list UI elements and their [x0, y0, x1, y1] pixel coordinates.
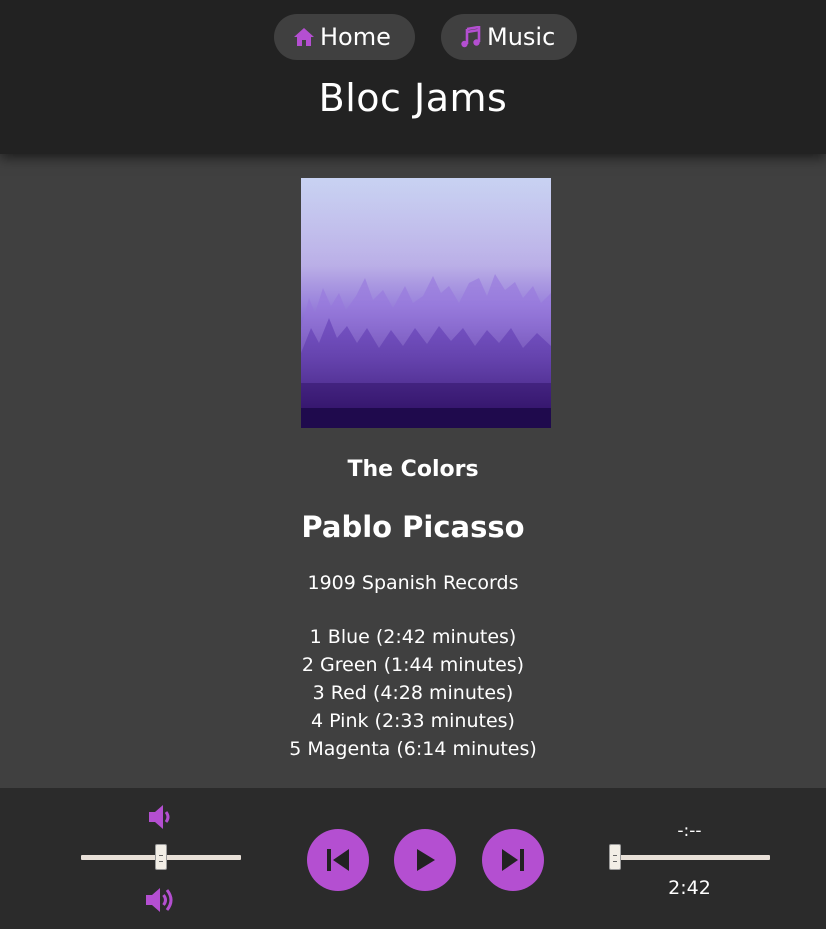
- song-list: 1 Blue (2:42 minutes) 2 Green (1:44 minu…: [0, 623, 826, 763]
- song-item[interactable]: 3 Red (4:28 minutes): [0, 679, 826, 707]
- song-item[interactable]: 2 Green (1:44 minutes): [0, 651, 826, 679]
- song-item[interactable]: 5 Magenta (6:14 minutes): [0, 735, 826, 763]
- nav-music-label: Music: [487, 23, 556, 51]
- current-time: -:--: [677, 821, 702, 841]
- music-note-icon: [461, 26, 481, 48]
- seek-slider-thumb[interactable]: [609, 844, 621, 870]
- album-title: The Colors: [347, 457, 479, 482]
- volume-high-icon[interactable]: [145, 885, 179, 915]
- home-icon: [294, 28, 314, 46]
- page-title: Bloc Jams: [318, 76, 508, 120]
- play-button[interactable]: [394, 829, 456, 891]
- volume-slider[interactable]: [81, 844, 241, 870]
- play-icon: [417, 849, 435, 871]
- nav-home-link[interactable]: Home: [274, 14, 415, 60]
- nav-music-link[interactable]: Music: [441, 14, 577, 60]
- previous-button[interactable]: [307, 829, 369, 891]
- header: Home Music Bloc Jams: [0, 0, 826, 154]
- album-release-info: 1909 Spanish Records: [307, 572, 519, 594]
- player-bar: -:-- 2:42: [0, 788, 826, 929]
- nav-home-label: Home: [320, 23, 391, 51]
- album-artist: Pablo Picasso: [301, 510, 525, 544]
- previous-icon: [327, 849, 349, 871]
- song-item[interactable]: 1 Blue (2:42 minutes): [0, 623, 826, 651]
- next-icon: [502, 849, 524, 871]
- song-item[interactable]: 4 Pink (2:33 minutes): [0, 707, 826, 735]
- volume-slider-thumb[interactable]: [155, 844, 167, 870]
- total-time: 2:42: [668, 877, 711, 899]
- seek-slider[interactable]: [609, 844, 770, 870]
- album-cover-art: [301, 178, 551, 428]
- next-button[interactable]: [482, 829, 544, 891]
- volume-low-icon[interactable]: [148, 803, 174, 831]
